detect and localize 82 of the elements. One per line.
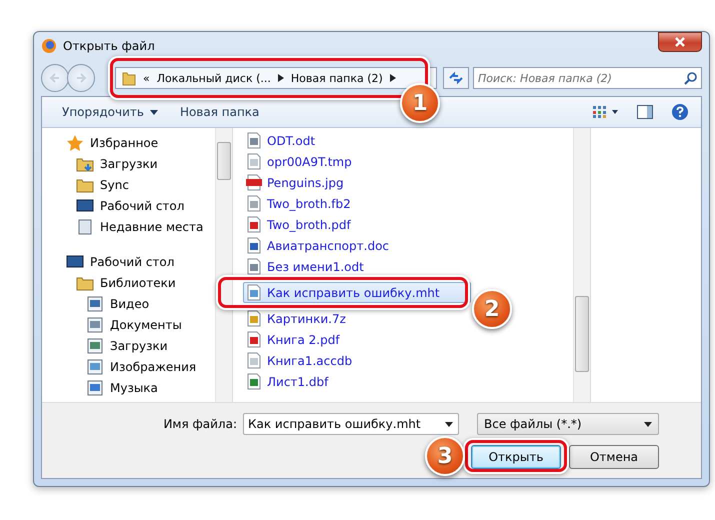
sidebar-item[interactable]: Рабочий стол	[42, 195, 215, 216]
grid-view-icon	[593, 106, 619, 118]
monitor-icon	[66, 254, 84, 270]
file-icon	[246, 132, 262, 149]
file-icon	[246, 310, 262, 327]
caret-icon	[644, 422, 652, 426]
sidebar-item[interactable]: Изображения	[42, 356, 215, 377]
file-name-field[interactable]: Как исправить ошибку.mht	[243, 413, 459, 435]
library-icon	[86, 380, 104, 396]
back-arrow-icon	[49, 72, 61, 84]
organize-menu-button[interactable]: Упорядочить	[54, 101, 166, 123]
file-item[interactable]: Книга1.accdb	[243, 350, 471, 371]
sidebar-item[interactable]: Рабочий стол	[42, 251, 215, 272]
file-item[interactable]: Картинки.7z	[243, 308, 471, 329]
sidebar-item[interactable]: Библиотеки	[42, 272, 215, 293]
caret-icon[interactable]	[445, 422, 453, 427]
file-icon	[246, 174, 262, 191]
folder-icon	[76, 176, 94, 192]
sidebar-item[interactable]: Документы	[42, 314, 215, 335]
file-icon	[246, 352, 262, 369]
search-icon	[684, 72, 697, 85]
sidebar-item[interactable]: Sync	[42, 174, 215, 195]
sidebar-item[interactable]: Видео	[42, 293, 215, 314]
file-item[interactable]: ODT.odt	[243, 130, 471, 151]
app-icon	[41, 38, 57, 54]
overflow-crumb[interactable]: «	[143, 72, 150, 84]
file-name-label: Имя файла:	[163, 417, 237, 431]
file-icon	[246, 258, 262, 275]
sidebar-item[interactable]: Избранное	[42, 132, 215, 153]
document-icon	[76, 218, 94, 234]
cancel-button[interactable]: Отмена	[569, 445, 659, 469]
file-type-dropdown[interactable]: Все файлы (*.*)	[477, 413, 659, 435]
file-item[interactable]: Без имени1.odt	[243, 256, 471, 277]
star-icon	[66, 134, 84, 150]
library-icon	[86, 296, 104, 312]
library-icon	[86, 358, 104, 374]
refresh-icon	[448, 71, 464, 85]
library-icon	[86, 338, 104, 354]
help-icon	[671, 103, 689, 121]
window-title: Открыть файл	[63, 39, 155, 53]
file-icon	[246, 237, 262, 254]
file-item[interactable]: Как исправить ошибку.mht	[243, 282, 471, 303]
caret-icon	[150, 110, 158, 114]
file-item[interactable]: Авиатранспорт.doc	[243, 235, 471, 256]
breadcrumb[interactable]: Локальный диск (...	[156, 72, 271, 84]
address-bar[interactable]: « Локальный диск (... Новая папка (2)	[115, 67, 437, 89]
file-item[interactable]: Penguins.jpg	[243, 172, 471, 193]
sidebar-item[interactable]: Недавние места	[42, 216, 215, 237]
download-folder-icon	[76, 156, 94, 172]
sidebar-item[interactable]: Загрузки	[42, 153, 215, 174]
file-icon	[246, 195, 262, 212]
file-icon	[246, 284, 262, 301]
close-button[interactable]	[658, 32, 702, 52]
file-item[interactable]: Книга 2.pdf	[243, 329, 471, 350]
file-item[interactable]: Лист1.dbf	[243, 371, 471, 392]
forward-button[interactable]	[67, 64, 95, 92]
back-button[interactable]	[41, 64, 69, 92]
folder-icon	[76, 274, 94, 290]
chevron-icon[interactable]	[278, 74, 284, 82]
breadcrumb[interactable]: Новая папка (2)	[290, 72, 383, 84]
close-icon	[674, 37, 686, 47]
sidebar-item[interactable]: Музыка	[42, 377, 215, 398]
new-folder-button[interactable]: Новая папка	[172, 101, 268, 123]
scrollbar[interactable]	[573, 128, 590, 402]
library-icon	[86, 316, 104, 332]
folder-icon	[122, 70, 136, 86]
open-button[interactable]: Открыть	[471, 445, 561, 469]
sidebar-item[interactable]: Загрузки	[42, 335, 215, 356]
monitor-icon	[76, 198, 94, 214]
file-item[interactable]: Two_broth.pdf	[243, 214, 471, 235]
file-icon	[246, 153, 262, 170]
file-icon	[246, 331, 262, 348]
refresh-button[interactable]	[443, 67, 469, 89]
file-icon	[246, 216, 262, 233]
search-field[interactable]: Поиск: Новая папка (2)	[473, 67, 702, 89]
file-item[interactable]: opr00A9T.tmp	[243, 151, 471, 172]
file-item[interactable]: Two_broth.fb2	[243, 193, 471, 214]
chevron-icon[interactable]	[390, 74, 396, 82]
file-icon	[246, 373, 262, 390]
forward-arrow-icon	[75, 72, 87, 84]
scrollbar[interactable]	[215, 128, 232, 402]
pane-icon	[637, 105, 653, 119]
